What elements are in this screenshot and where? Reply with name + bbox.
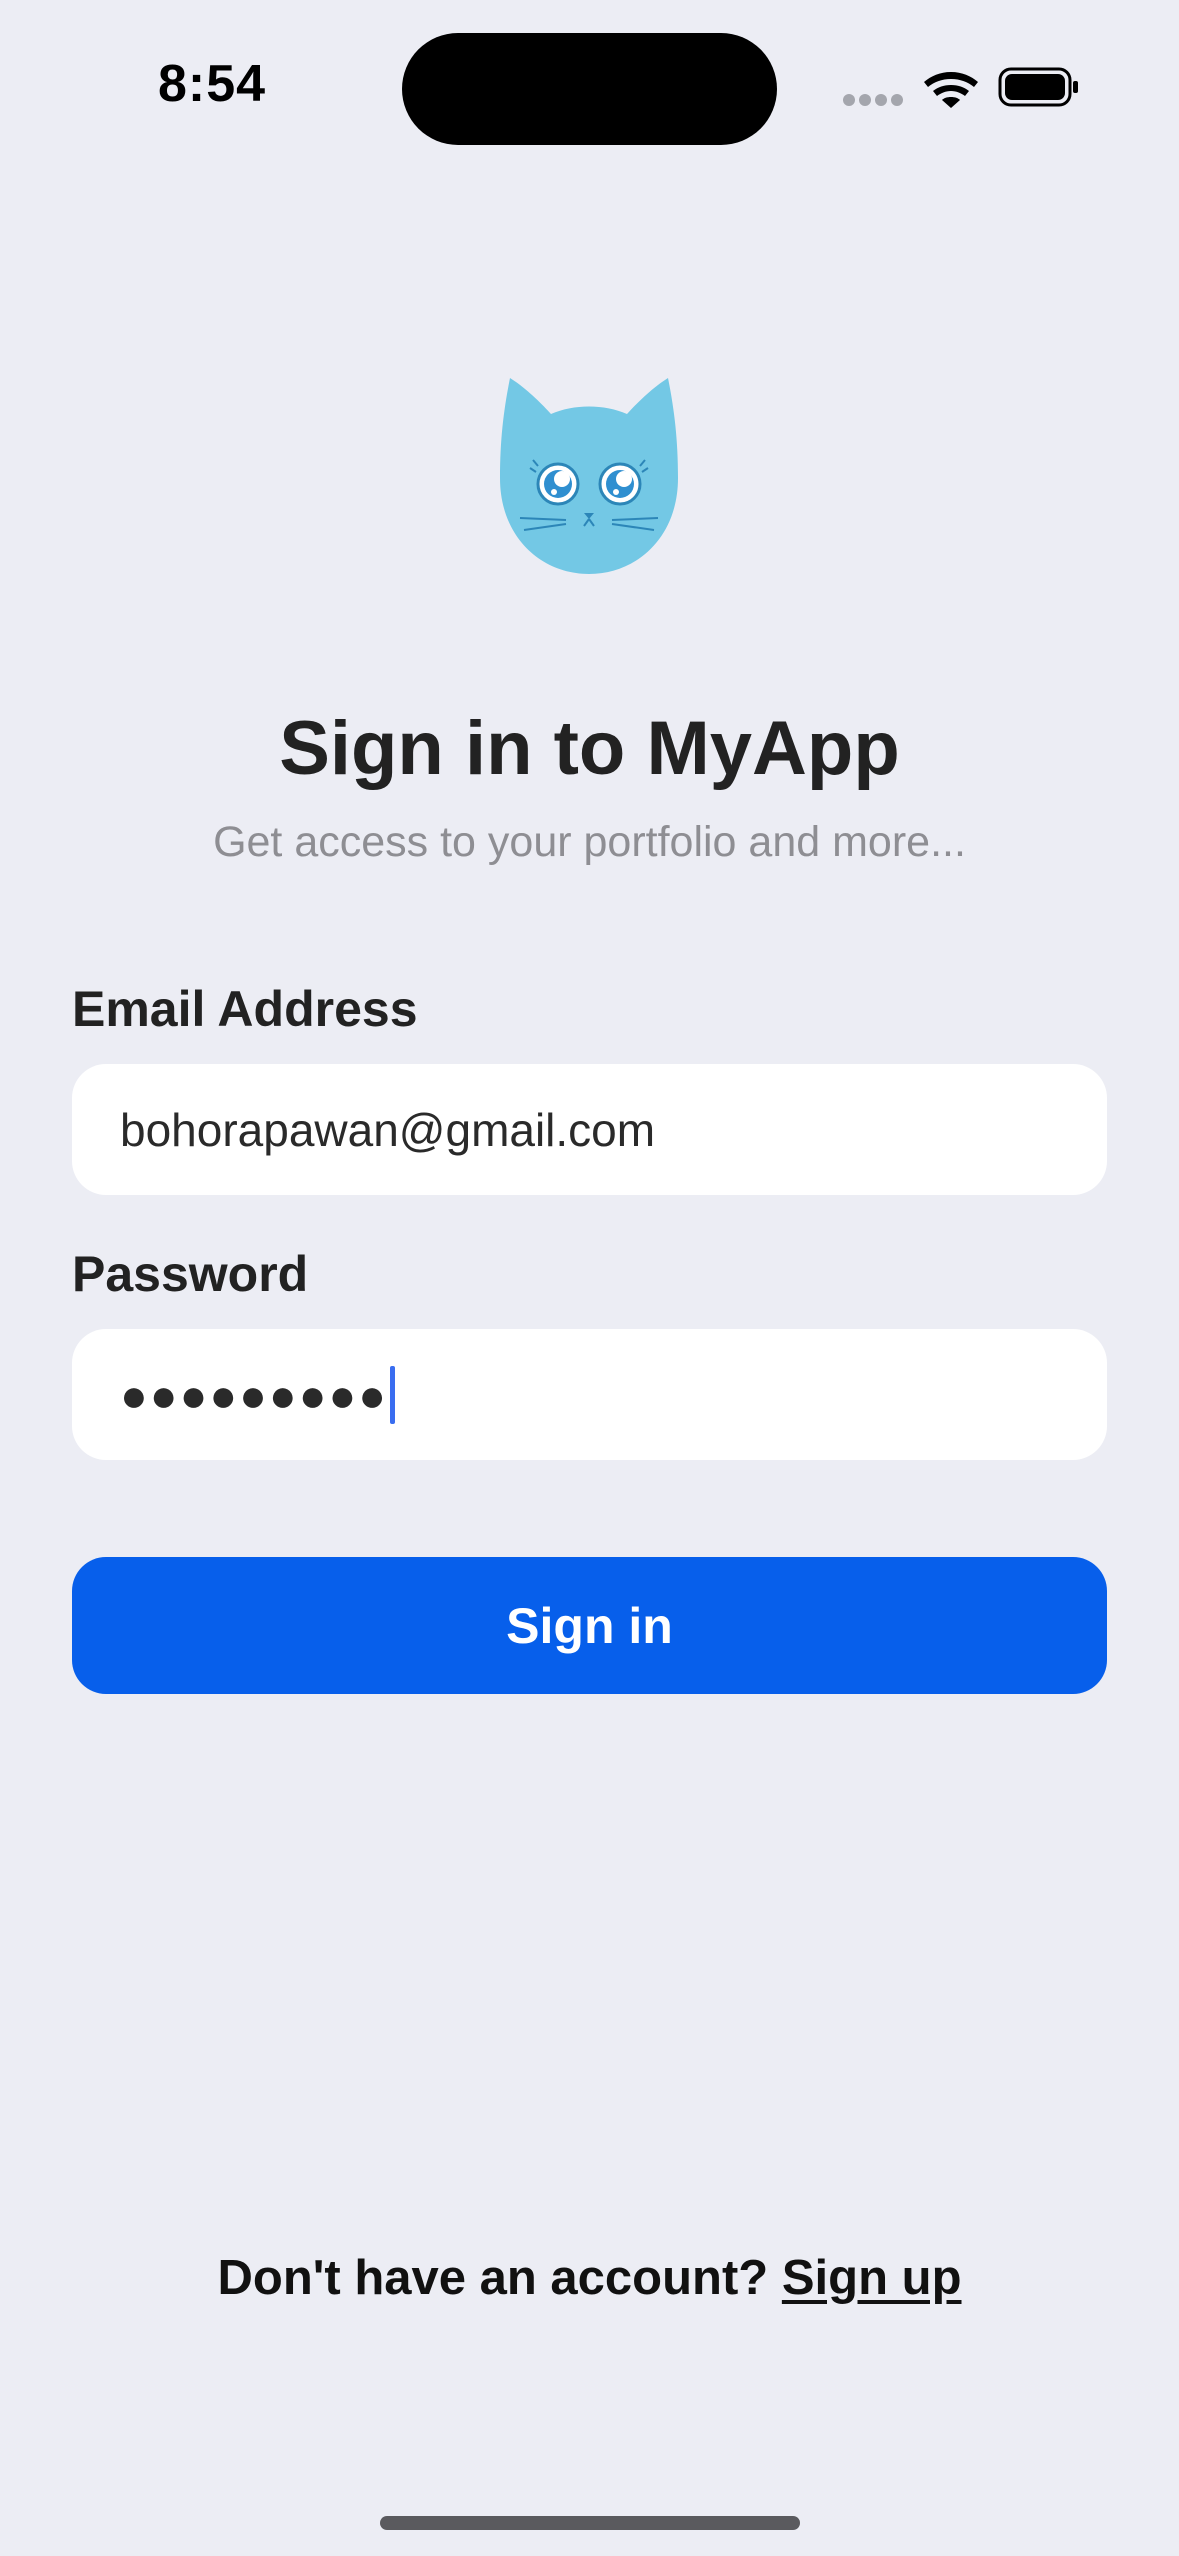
sign-in-button[interactable]: Sign in [72, 1557, 1107, 1694]
wifi-icon [924, 72, 978, 108]
email-field[interactable]: bohorapawan@gmail.com [72, 1064, 1107, 1195]
battery-icon [998, 67, 1078, 107]
signup-prompt-text: Don't have an account? [217, 2251, 769, 2305]
dynamic-island [402, 33, 777, 145]
email-value: bohorapawan@gmail.com [120, 1103, 656, 1156]
signup-prompt: Don't have an account? Sign up [0, 2250, 1179, 2306]
password-value: ●●●●●●●●● [120, 1368, 389, 1421]
password-label: Password [72, 1246, 309, 1302]
sign-up-link[interactable]: Sign up [782, 2251, 962, 2305]
password-field[interactable]: ●●●●●●●●● [72, 1329, 1107, 1460]
text-caret [390, 1365, 396, 1424]
status-time: 8:54 [158, 55, 267, 113]
signal-dots-icon [843, 94, 905, 108]
page-subtitle: Get access to your portfolio and more... [213, 818, 966, 866]
cat-logo-icon [500, 378, 678, 574]
page-title: Sign in to MyApp [279, 706, 900, 791]
home-indicator[interactable] [380, 2516, 800, 2530]
email-label: Email Address [72, 981, 418, 1037]
